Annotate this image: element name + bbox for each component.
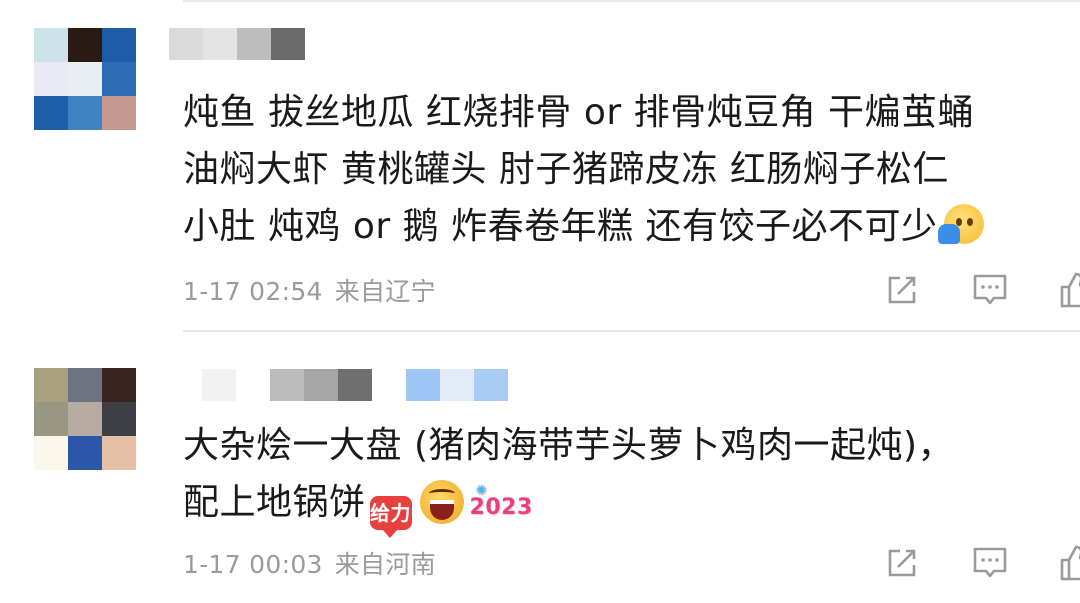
location: 来自河南 bbox=[334, 550, 436, 579]
username-redacted[interactable] bbox=[169, 28, 305, 60]
comment-text-line: 炖鱼 拔丝地瓜 红烧排骨 or 排骨炖豆角 干煸茧蛹 bbox=[183, 92, 975, 133]
thumbs-up-icon[interactable] bbox=[1058, 543, 1080, 583]
name-mask-block bbox=[372, 369, 406, 401]
avatar-pixel bbox=[102, 368, 136, 402]
username-redacted[interactable] bbox=[168, 369, 508, 401]
comment-text-line-with-emoji: 小肚 炖鸡 or 鹅 炸春卷年糕 还有饺子必不可少 bbox=[183, 198, 1043, 255]
name-mask-block bbox=[338, 369, 372, 401]
avatar-pixel bbox=[34, 62, 68, 96]
name-mask-block bbox=[169, 28, 203, 60]
comment-icon[interactable] bbox=[970, 543, 1010, 583]
comment-text-line: 油焖大虾 黄桃罐头 肘子猪蹄皮冻 红肠焖子松仁 bbox=[183, 149, 949, 190]
avatar-pixel bbox=[102, 96, 136, 130]
name-mask-block bbox=[203, 28, 237, 60]
name-mask-block bbox=[168, 369, 202, 401]
name-mask-block bbox=[237, 28, 271, 60]
avatar-pixel bbox=[68, 436, 102, 470]
name-mask-block bbox=[304, 369, 338, 401]
comment-text-line: 大杂烩一大盘 (猪肉海带芋头萝卜鸡肉一起炖)， bbox=[183, 425, 955, 466]
name-mask-block bbox=[406, 369, 440, 401]
avatar-pixel bbox=[68, 96, 102, 130]
avatar-pixel bbox=[68, 402, 102, 436]
name-mask-block bbox=[270, 369, 304, 401]
saluting-face-emoji bbox=[937, 204, 984, 244]
name-mask-block bbox=[474, 369, 508, 401]
avatar-pixel bbox=[68, 368, 102, 402]
share-icon[interactable] bbox=[882, 270, 922, 310]
year-2023-emoji: 2023 bbox=[470, 463, 533, 536]
timestamp: 1-17 02:54 bbox=[183, 277, 323, 306]
name-mask-block bbox=[236, 369, 270, 401]
location: 来自辽宁 bbox=[334, 277, 436, 306]
avatar-pixel bbox=[68, 62, 102, 96]
avatar-pixel bbox=[34, 28, 68, 62]
name-mask-block bbox=[202, 369, 236, 401]
avatar-pixel bbox=[102, 62, 136, 96]
comment-meta: 1-17 02:54 来自辽宁 bbox=[183, 272, 436, 308]
comment-item: 炖鱼 拔丝地瓜 红烧排骨 or 排骨炖豆角 干煸茧蛹 油焖大虾 黄桃罐头 肘子猪… bbox=[0, 0, 1080, 332]
avatar-pixel bbox=[102, 402, 136, 436]
timestamp: 1-17 00:03 bbox=[183, 550, 323, 579]
avatar-pixel bbox=[34, 402, 68, 436]
comment-icon[interactable] bbox=[970, 270, 1010, 310]
avatar-pixel bbox=[68, 28, 102, 62]
thumbs-up-icon[interactable] bbox=[1058, 270, 1080, 310]
name-mask-block bbox=[440, 369, 474, 401]
avatar[interactable] bbox=[34, 28, 136, 130]
share-icon[interactable] bbox=[882, 543, 922, 583]
comment-text: 炖鱼 拔丝地瓜 红烧排骨 or 排骨炖豆角 干煸茧蛹 油焖大虾 黄桃罐头 肘子猪… bbox=[183, 84, 1043, 255]
avatar-pixel bbox=[102, 28, 136, 62]
comment-text-line: 小肚 炖鸡 or 鹅 炸春卷年糕 还有饺子必不可少 bbox=[183, 206, 938, 247]
avatar-pixel bbox=[102, 436, 136, 470]
comment-actions bbox=[820, 543, 1080, 583]
avatar[interactable] bbox=[34, 368, 136, 470]
comment-actions bbox=[820, 270, 1080, 310]
cheer-emoji: 给力 bbox=[369, 496, 412, 538]
comment-text: 大杂烩一大盘 (猪肉海带芋头萝卜鸡肉一起炖)， 配上地锅饼给力 2023 bbox=[183, 417, 1043, 538]
comment-item: 大杂烩一大盘 (猪肉海带芋头萝卜鸡肉一起炖)， 配上地锅饼给力 2023 1-17… bbox=[0, 332, 1080, 603]
avatar-pixel bbox=[34, 368, 68, 402]
comment-text-line: 配上地锅饼 bbox=[183, 482, 366, 523]
avatar-pixel bbox=[34, 436, 68, 470]
avatar-pixel bbox=[34, 96, 68, 130]
laughing-face-emoji bbox=[419, 480, 464, 524]
comment-text-line-with-emoji: 配上地锅饼给力 2023 bbox=[183, 463, 1043, 538]
comment-meta: 1-17 00:03 来自河南 bbox=[183, 545, 436, 581]
name-mask-block bbox=[271, 28, 305, 60]
